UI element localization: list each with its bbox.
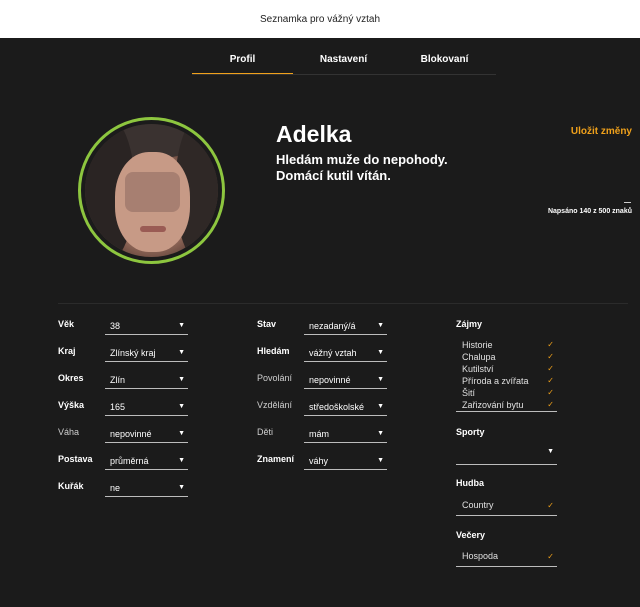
caret-down-icon: ▼ — [178, 457, 185, 464]
caret-down-icon: ▼ — [377, 430, 384, 437]
caret-down-icon: ▼ — [178, 349, 185, 356]
label-zajmy: Zájmy — [456, 319, 483, 329]
label-okres: Okres — [58, 373, 84, 383]
tab-nastaveni[interactable]: Nastavení — [293, 47, 394, 73]
label-kurak: Kuřák — [58, 481, 84, 491]
label-vyska: Výška — [58, 400, 85, 410]
check-icon: ✓ — [547, 352, 554, 361]
list-item[interactable]: Šití ✓ — [456, 387, 557, 399]
label-postava: Postava — [58, 454, 93, 464]
profile-photo — [85, 124, 218, 257]
select-value: Hospoda — [462, 551, 499, 561]
select-hudba[interactable]: Country ✓ — [456, 497, 557, 516]
caret-down-icon: ▼ — [377, 403, 384, 410]
select-znameni[interactable]: váhy ▼ — [304, 454, 387, 470]
select-hledam[interactable]: vážný vztah ▼ — [304, 346, 387, 362]
select-okres[interactable]: Zlín ▼ — [105, 373, 188, 389]
label-povolani: Povolání — [257, 373, 293, 383]
label-vzdelani: Vzdělání — [257, 400, 293, 410]
select-sporty[interactable]: ▼ — [456, 446, 557, 465]
select-povolani[interactable]: nepovinné ▼ — [304, 373, 387, 389]
check-icon: ✓ — [547, 376, 554, 385]
select-value: průměrná — [110, 456, 149, 466]
select-vek[interactable]: 38 ▼ — [105, 319, 188, 335]
select-value: středoškolské — [309, 402, 365, 412]
select-value: Country — [462, 500, 494, 510]
caret-down-icon: ▼ — [178, 430, 185, 437]
caret-down-icon: ▼ — [377, 349, 384, 356]
list-item[interactable]: Kutilství ✓ — [456, 363, 557, 375]
bio-line-2: Domácí kutil vítán. — [276, 168, 391, 183]
check-icon: ✓ — [547, 388, 554, 397]
caret-down-icon: ▼ — [377, 457, 384, 464]
char-counter: Napsáno 140 z 500 znaků — [547, 208, 632, 215]
label-hledam: Hledám — [257, 346, 290, 356]
tab-blokovani[interactable]: Blokovaní — [394, 47, 495, 73]
select-value: 38 — [110, 321, 121, 331]
caret-down-icon: ▼ — [377, 376, 384, 383]
check-icon: ✓ — [547, 552, 554, 561]
select-value: nezadaný/á — [309, 321, 356, 331]
caret-down-icon: ▼ — [178, 376, 185, 383]
check-icon: ✓ — [547, 340, 554, 349]
profile-bio[interactable]: Hledám muže do nepohody. Domácí kutil ví… — [276, 152, 476, 184]
select-value: Zlínský kraj — [110, 348, 156, 358]
label-znameni: Znamení — [257, 454, 295, 464]
caret-down-icon: ▼ — [178, 322, 185, 329]
tab-underline — [192, 74, 496, 75]
save-changes-button[interactable]: Uložit změny — [560, 126, 632, 137]
select-value: mám — [309, 429, 329, 439]
label-stav: Stav — [257, 319, 277, 329]
label-deti: Děti — [257, 427, 274, 437]
select-value: ne — [110, 483, 121, 493]
select-kurak[interactable]: ne ▼ — [105, 481, 188, 497]
caret-down-icon: ▼ — [377, 322, 384, 329]
list-item[interactable]: Chalupa ✓ — [456, 351, 557, 363]
check-icon: ✓ — [547, 400, 554, 409]
check-icon: ✓ — [547, 501, 554, 510]
divider-dash — [624, 202, 631, 203]
select-deti[interactable]: mám ▼ — [304, 427, 387, 443]
select-value: váhy — [309, 456, 329, 466]
bio-line-1: Hledám muže do nepohody. — [276, 152, 448, 167]
select-value: nepovinné — [309, 375, 351, 385]
select-value: nepovinné — [110, 429, 152, 439]
section-divider — [58, 303, 628, 304]
select-value: vážný vztah — [309, 348, 357, 358]
select-vzdelani[interactable]: středoškolské ▼ — [304, 400, 387, 416]
profile-name: Adelka — [276, 121, 352, 147]
avatar[interactable] — [78, 117, 225, 264]
label-kraj: Kraj — [58, 346, 76, 356]
select-vaha[interactable]: nepovinné ▼ — [105, 427, 188, 443]
select-value: Zlín — [110, 375, 126, 385]
site-title: Seznamka pro vážný vztah — [259, 13, 381, 25]
caret-down-icon: ▼ — [178, 403, 185, 410]
label-vek: Věk — [58, 319, 75, 329]
list-item[interactable]: Zařizování bytu ✓ — [456, 399, 557, 411]
check-icon: ✓ — [547, 364, 554, 373]
tab-bar: Profil Nastavení Blokovaní — [192, 47, 496, 75]
list-item[interactable]: Historie ✓ — [456, 339, 557, 351]
select-vyska[interactable]: 165 ▼ — [105, 400, 188, 416]
tab-profil[interactable]: Profil — [192, 47, 293, 75]
label-sporty: Sporty — [456, 427, 485, 437]
caret-down-icon: ▼ — [178, 484, 185, 491]
interests-multiselect[interactable]: Historie ✓ Chalupa ✓ Kutilství ✓ Příroda a … — [456, 339, 557, 412]
label-hudba: Hudba — [456, 478, 484, 488]
label-vaha: Váha — [58, 427, 80, 437]
select-postava[interactable]: průměrná ▼ — [105, 454, 188, 470]
select-stav[interactable]: nezadaný/á ▼ — [304, 319, 387, 335]
label-vecery: Večery — [456, 530, 486, 540]
select-kraj[interactable]: Zlínský kraj ▼ — [105, 346, 188, 362]
select-vecery[interactable]: Hospoda ✓ — [456, 548, 557, 567]
list-item[interactable]: Příroda a zvířata ✓ — [456, 375, 557, 387]
caret-down-icon: ▼ — [547, 448, 554, 455]
select-value: 165 — [110, 402, 126, 412]
top-bar: Seznamka pro vážný vztah — [0, 0, 640, 38]
